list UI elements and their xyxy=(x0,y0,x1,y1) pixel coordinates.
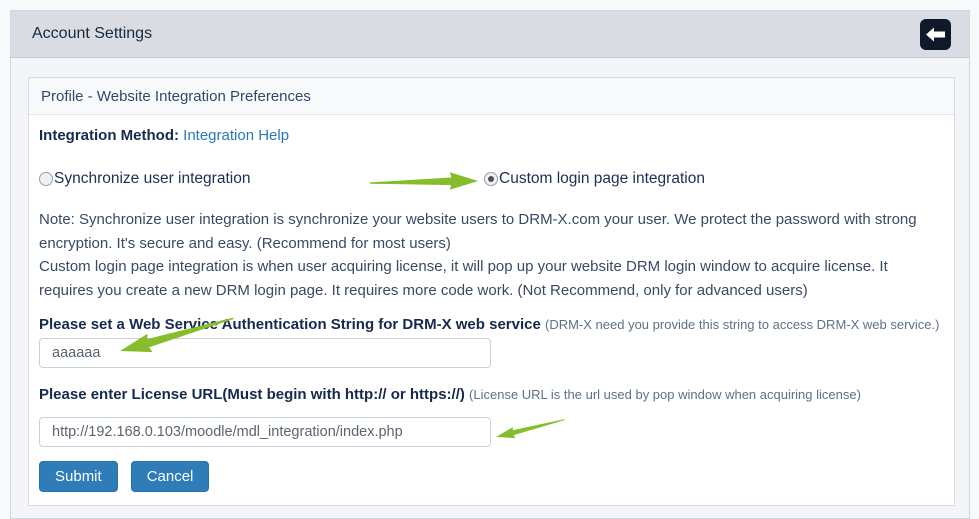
account-settings-panel: Account Settings Profile - Website Integ… xyxy=(10,10,970,519)
integration-method-row: Integration Method: Integration Help xyxy=(39,127,944,144)
radio-icon-selected[interactable] xyxy=(484,172,498,186)
cancel-button[interactable]: Cancel xyxy=(131,461,210,492)
radio-synchronize-label: Synchronize user integration xyxy=(54,170,250,188)
integration-help-link[interactable]: Integration Help xyxy=(183,127,289,144)
integration-note: Note: Synchronize user integration is sy… xyxy=(39,208,944,302)
radio-icon[interactable] xyxy=(39,172,53,186)
integration-method-options: Synchronize user integration Custom logi… xyxy=(39,168,944,198)
account-settings-page: Account Settings Profile - Website Integ… xyxy=(0,0,979,519)
license-url-hint: (License URL is the url used by pop wind… xyxy=(469,387,861,402)
form-actions: Submit Cancel xyxy=(39,461,944,492)
license-url-label-row: Please enter License URL(Must begin with… xyxy=(39,386,944,403)
back-arrow-icon xyxy=(926,27,945,42)
license-url-input[interactable] xyxy=(39,417,491,447)
panel-header: Account Settings xyxy=(11,11,969,58)
auth-string-input[interactable] xyxy=(39,338,491,368)
back-button[interactable] xyxy=(920,19,951,50)
license-url-label: Please enter License URL(Must begin with… xyxy=(39,386,465,403)
submit-button[interactable]: Submit xyxy=(39,461,118,492)
integration-form: Integration Method: Integration Help Syn… xyxy=(29,115,954,500)
card-title: Profile - Website Integration Preference… xyxy=(29,78,954,115)
radio-custom-login-integration[interactable]: Custom login page integration xyxy=(484,170,705,188)
auth-string-label: Please set a Web Service Authentication … xyxy=(39,316,541,333)
integration-method-label: Integration Method: xyxy=(39,127,179,144)
note-synchronize: Note: Synchronize user integration is sy… xyxy=(39,208,944,255)
radio-synchronize-integration[interactable]: Synchronize user integration xyxy=(39,170,250,188)
page-title: Account Settings xyxy=(32,25,152,43)
auth-string-hint: (DRM-X need you provide this string to a… xyxy=(545,317,939,332)
profile-integration-card: Profile - Website Integration Preference… xyxy=(28,77,955,506)
radio-custom-label: Custom login page integration xyxy=(499,170,705,188)
auth-string-label-row: Please set a Web Service Authentication … xyxy=(39,316,944,333)
note-custom: Custom login page integration is when us… xyxy=(39,255,944,302)
